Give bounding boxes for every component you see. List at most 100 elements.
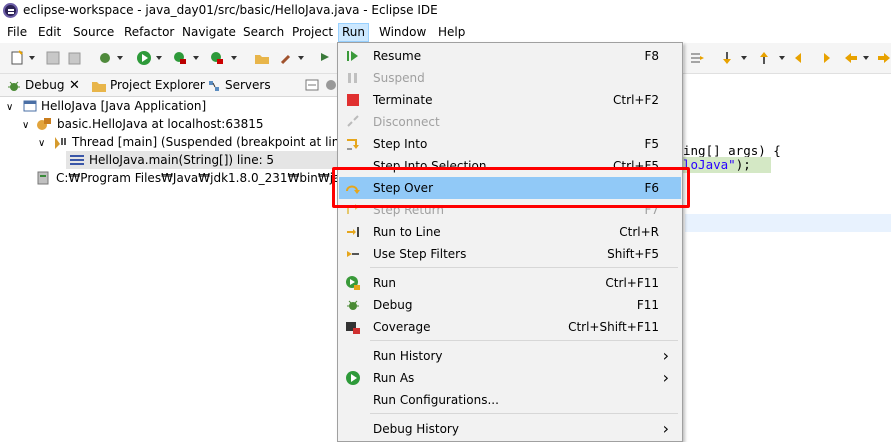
new-icon[interactable] <box>9 50 25 66</box>
chevron-down-icon[interactable]: ∨ <box>6 102 13 113</box>
title-bar: eclipse-workspace - java_day01/src/basic… <box>0 0 891 22</box>
tree-label: Thread [main] (Suspended (breakpoint at … <box>72 135 373 149</box>
next-annotation-icon[interactable] <box>689 50 705 66</box>
menu-edit[interactable]: Edit <box>35 24 64 41</box>
view-menu-icon[interactable] <box>324 78 338 92</box>
menu-item-disconnect[interactable]: Disconnect <box>339 111 681 133</box>
project-explorer-icon <box>92 82 106 92</box>
forward-icon[interactable] <box>876 50 891 66</box>
menu-item-debug[interactable]: Debug F11 <box>339 294 681 316</box>
menu-item-label: Resume <box>373 49 422 63</box>
menu-item-resume[interactable]: Resume F8 <box>339 45 681 67</box>
menu-item-shortcut: Ctrl+F11 <box>605 276 659 290</box>
code-line-main: ing[] args) { <box>683 143 781 158</box>
run-toolbar-icon[interactable] <box>136 50 152 66</box>
tree-row-stack-frame[interactable]: HelloJava.main(String[]) line: 5 <box>66 151 338 169</box>
minimize-icon[interactable] <box>305 78 319 92</box>
tree-label: HelloJava.main(String[]) line: 5 <box>89 153 275 167</box>
debug-toolbar-icon[interactable] <box>172 50 188 66</box>
window-title: eclipse-workspace - java_day01/src/basic… <box>23 3 438 17</box>
run-icon <box>346 276 360 290</box>
editor-divider <box>683 43 684 73</box>
menu-search[interactable]: Search <box>240 24 287 41</box>
chevron-right-icon: › <box>662 368 669 387</box>
menu-item-terminate[interactable]: Terminate Ctrl+F2 <box>339 89 681 111</box>
back-icon[interactable] <box>843 50 859 66</box>
menu-help[interactable]: Help <box>435 24 468 41</box>
menu-item-run-to-line[interactable]: Run to Line Ctrl+R <box>339 221 681 243</box>
menu-item-label: Run Configurations... <box>373 393 499 407</box>
code-end: ); <box>735 157 751 172</box>
menu-item-debug-history[interactable]: Debug History › <box>339 418 681 440</box>
search-toolbar-icon[interactable] <box>279 50 295 66</box>
forward-history-icon[interactable] <box>816 50 832 66</box>
menu-item-label: Debug History <box>373 422 459 436</box>
menu-item-suspend[interactable]: Suspend <box>339 67 681 89</box>
menu-item-step-into[interactable]: Step Into F5 <box>339 133 681 155</box>
debug-view-icon <box>8 81 20 91</box>
tab-debug-label: Debug <box>25 78 65 92</box>
menu-item-coverage[interactable]: Coverage Ctrl+Shift+F11 <box>339 316 681 338</box>
resume-icon <box>347 51 358 61</box>
tab-servers-label: Servers <box>225 78 271 92</box>
open-type-icon[interactable] <box>254 50 270 66</box>
view-tab-bar: Debug ✕ Project Explorer Servers <box>0 74 340 97</box>
terminate-icon <box>347 94 359 106</box>
menu-item-label: Run to Line <box>373 225 441 239</box>
menu-item-label: Terminate <box>373 93 433 107</box>
run-as-icon <box>346 371 360 385</box>
menu-bar: File Edit Source Refactor Navigate Searc… <box>0 22 891 43</box>
menu-navigate[interactable]: Navigate <box>179 24 239 41</box>
menu-item-run-history[interactable]: Run History › <box>339 345 681 367</box>
tree-row-thread[interactable]: ∨ Thread [main] (Suspended (breakpoint a… <box>38 133 373 151</box>
process-icon <box>37 171 49 185</box>
chevron-down-icon[interactable]: ∨ <box>38 138 45 149</box>
run-menu-dropdown: Resume F8 Suspend Terminate Ctrl+F2 Disconnec… <box>337 42 683 442</box>
menu-item-shortcut: F11 <box>636 298 659 312</box>
menu-source[interactable]: Source <box>70 24 117 41</box>
menu-file[interactable]: File <box>4 24 30 41</box>
prev-edit-icon[interactable] <box>756 50 772 66</box>
menu-item-run-as[interactable]: Run As › <box>339 367 681 389</box>
eclipse-logo-icon <box>3 3 18 18</box>
menu-item-shortcut: F8 <box>644 49 659 63</box>
menu-item-shortcut: Shift+F5 <box>607 247 659 261</box>
menu-item-run-configurations[interactable]: Run Configurations... <box>339 389 681 411</box>
menu-item-shortcut: Ctrl+F2 <box>613 93 659 107</box>
menu-item-use-step-filters[interactable]: Use Step Filters Shift+F5 <box>339 243 681 265</box>
save-all-icon[interactable] <box>66 50 82 66</box>
menu-separator <box>370 267 678 268</box>
tree-label: HelloJava [Java Application] <box>41 99 207 113</box>
suspend-icon <box>348 73 357 83</box>
menu-project[interactable]: Project <box>289 24 336 41</box>
menu-run[interactable]: Run <box>338 23 370 42</box>
coverage-icon <box>346 322 360 334</box>
menu-item-label: Step Into <box>373 137 428 151</box>
menu-item-label: Run History <box>373 349 443 363</box>
servers-icon <box>209 81 219 91</box>
step-filters-icon <box>347 251 359 257</box>
java-application-icon <box>23 100 37 112</box>
menu-item-label: Run As <box>373 371 415 385</box>
last-edit-icon[interactable] <box>793 50 809 66</box>
next-edit-icon[interactable] <box>719 50 735 66</box>
menu-item-label: Use Step Filters <box>373 247 467 261</box>
menu-window[interactable]: Window <box>376 24 429 41</box>
chevron-down-icon[interactable]: ∨ <box>22 120 29 131</box>
menu-item-shortcut: Ctrl+Shift+F11 <box>568 320 659 334</box>
menu-item-label: Debug <box>373 298 413 312</box>
menu-refactor[interactable]: Refactor <box>121 24 177 41</box>
close-icon[interactable]: ✕ <box>69 77 80 94</box>
menu-item-shortcut: F5 <box>644 137 659 151</box>
debug-target-icon <box>37 118 51 130</box>
skip-breakpoints-icon[interactable] <box>97 50 113 66</box>
save-icon[interactable] <box>45 50 61 66</box>
menu-separator <box>370 413 678 414</box>
menu-item-label: Disconnect <box>373 115 440 129</box>
tree-row-application[interactable]: ∨ HelloJava [Java Application] <box>6 97 206 115</box>
menu-item-run[interactable]: Run Ctrl+F11 <box>339 272 681 294</box>
tree-row-target[interactable]: ∨ basic.HelloJava at localhost:63815 <box>22 115 264 133</box>
annotation-icon[interactable] <box>318 50 334 66</box>
menu-item-label: Suspend <box>373 71 425 85</box>
coverage-toolbar-icon[interactable] <box>209 50 225 66</box>
